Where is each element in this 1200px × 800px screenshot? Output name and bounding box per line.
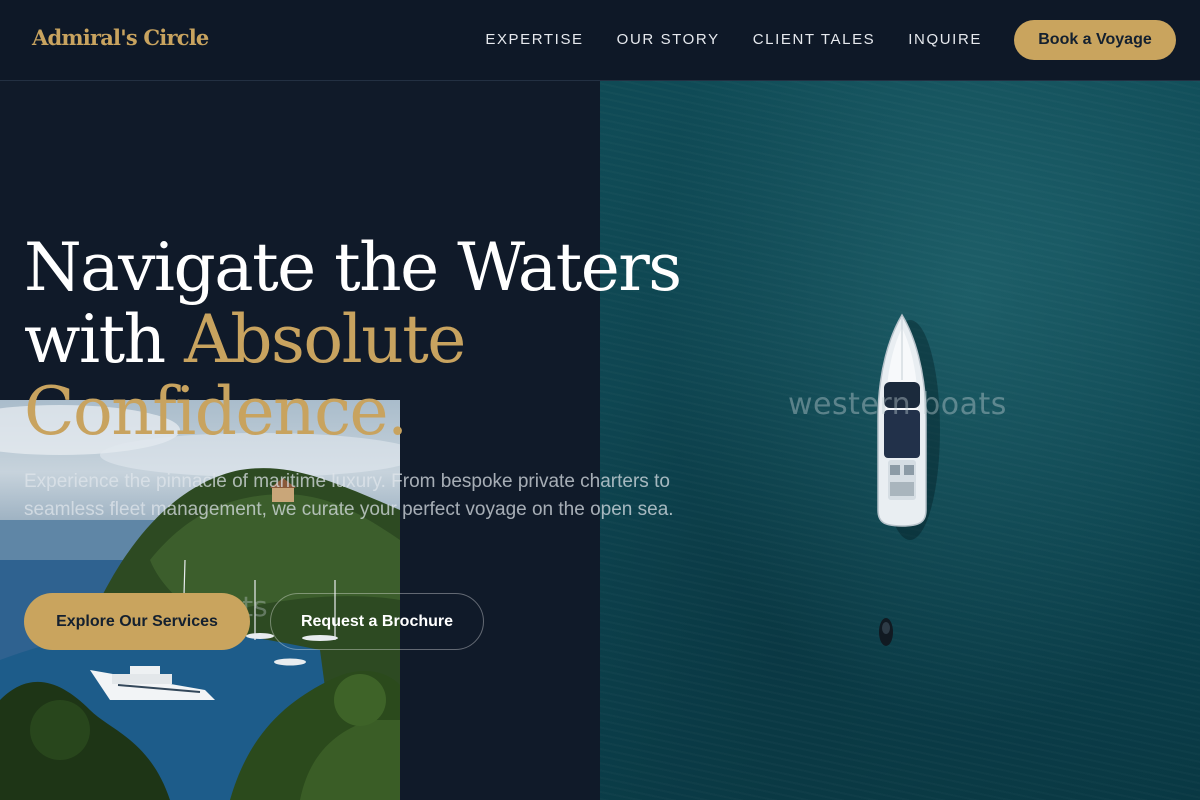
nav-link-client-tales[interactable]: CLIENT TALES [753,31,876,48]
hero-headline: Navigate the Waters with Absolute Confid… [24,232,724,448]
hero-section: Navigate the Waters with Absolute Confid… [24,232,724,524]
sea-photo-watermark: western boats [788,387,1007,422]
headline-line-1: Navigate the Waters [24,229,682,306]
explore-services-button[interactable]: Explore Our Services [24,593,250,650]
headline-accent-confidence: Confidence. [24,373,408,450]
landing-page: western boats Admiral's Circle EXPERTISE… [0,0,1200,800]
nav-link-inquire[interactable]: INQUIRE [908,31,982,48]
nav-links: EXPERTISE OUR STORY CLIENT TALES INQUIRE [485,31,982,48]
hero-description: Experience the pinnacle of maritime luxu… [24,471,674,520]
headline-accent-absolute: Absolute [184,301,466,378]
hero-cta-row: Explore Our Services Request a Brochure [24,593,484,650]
book-voyage-button[interactable]: Book a Voyage [1014,20,1176,60]
top-navigation: Admiral's Circle EXPERTISE OUR STORY CLI… [0,0,1200,81]
nav-link-our-story[interactable]: OUR STORY [617,31,720,48]
headline-with: with [24,301,185,378]
request-brochure-button[interactable]: Request a Brochure [270,593,484,650]
brand-logo[interactable]: Admiral's Circle [32,25,209,50]
nav-link-expertise[interactable]: EXPERTISE [485,31,583,48]
yacht-illustration [877,313,940,646]
